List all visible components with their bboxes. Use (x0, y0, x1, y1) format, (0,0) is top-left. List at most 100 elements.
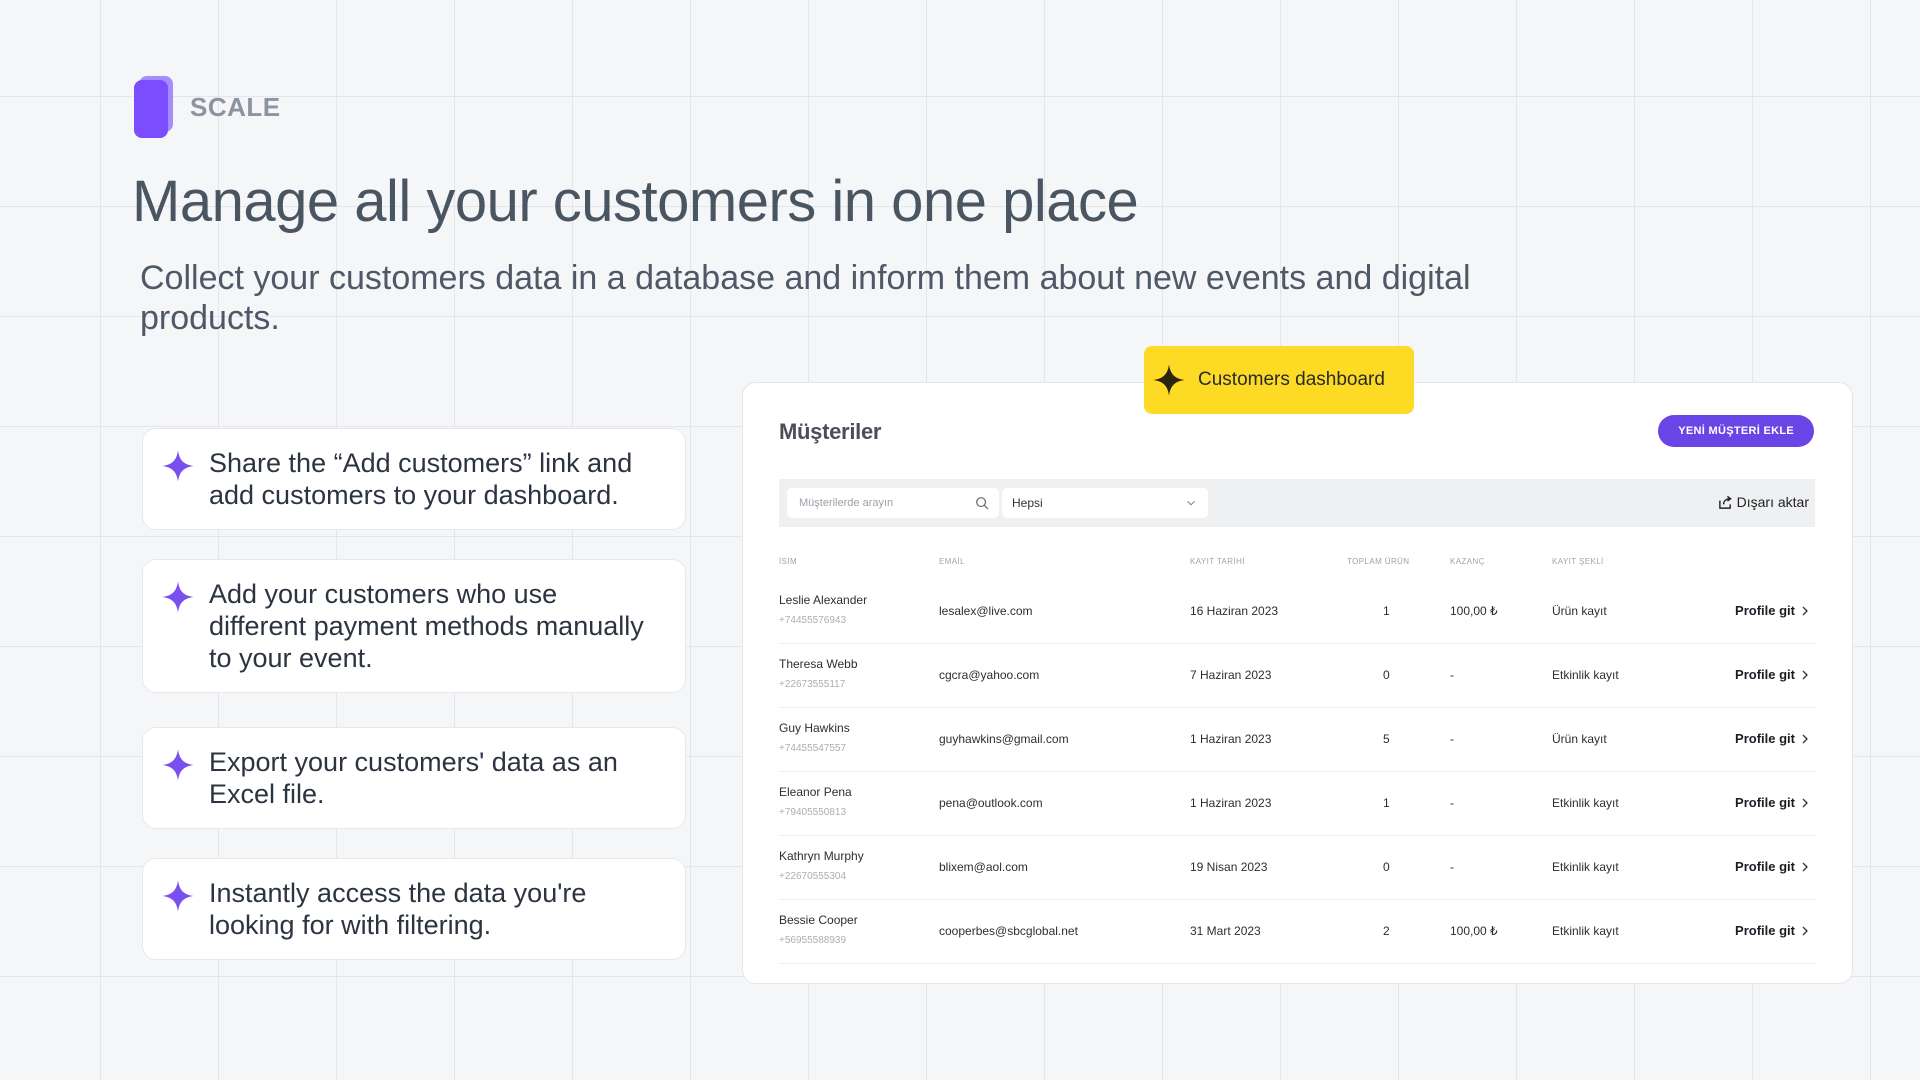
column-header-date: KAYIT TARİHİ (1190, 557, 1245, 566)
customer-phone: +74455576943 (779, 615, 847, 626)
customer-name: Eleanor Pena (779, 785, 852, 799)
table-row: Leslie Alexander +74455576943 lesalex@li… (779, 579, 1815, 644)
go-to-profile-label: Profile git (1735, 923, 1795, 938)
sparkle-icon (162, 749, 194, 781)
chevron-down-icon (1187, 500, 1195, 506)
customer-phone: +22673555117 (779, 679, 846, 690)
scale-logo-icon (134, 76, 174, 138)
registration-date: 16 Haziran 2023 (1190, 604, 1279, 618)
add-customer-button[interactable]: YENİ MÜŞTERİ EKLE (1658, 415, 1814, 447)
registration-date: 31 Mart 2023 (1190, 924, 1261, 938)
chevron-right-icon (1802, 670, 1808, 679)
brand: SCALE (134, 76, 281, 138)
page-title: Manage all your customers in one place (132, 169, 1139, 234)
column-header-type: KAYIT ŞEKLİ (1552, 557, 1604, 566)
total-products: 5 (1383, 732, 1390, 746)
filter-select-value: Hepsi (1012, 496, 1043, 510)
sparkle-icon (1153, 364, 1185, 396)
table-header: İSİM EMAİL KAYIT TARİHİ TOPLAM ÜRÜN KAZA… (779, 557, 1815, 571)
chevron-right-icon (1802, 862, 1808, 871)
registration-type: Etkinlik kayıt (1552, 860, 1619, 874)
customer-email: blixem@aol.com (939, 860, 1028, 874)
go-to-profile-label: Profile git (1735, 859, 1795, 874)
total-products: 1 (1383, 796, 1390, 810)
sparkle-icon (162, 581, 194, 613)
column-header-total: TOPLAM ÜRÜN (1347, 557, 1410, 566)
customer-email: cooperbes@sbcglobal.net (939, 924, 1078, 938)
feature-text: Add your customers who use different pay… (209, 579, 644, 673)
registration-type: Etkinlik kayıt (1552, 796, 1619, 810)
go-to-profile-link[interactable]: Profile git (1735, 795, 1809, 810)
column-header-email: EMAİL (939, 557, 966, 566)
go-to-profile-link[interactable]: Profile git (1735, 667, 1809, 682)
feature-card-filtering: Instantly access the data you're looking… (142, 858, 686, 960)
earnings: - (1450, 732, 1454, 746)
feature-card-manual-add: Add your customers who use different pay… (142, 559, 686, 693)
registration-type: Ürün kayıt (1552, 604, 1607, 618)
registration-type: Etkinlik kayıt (1552, 924, 1619, 938)
chevron-right-icon (1802, 734, 1808, 743)
feature-card-export: Export your customers' data as an Excel … (142, 727, 686, 829)
feature-text: Share the “Add customers” link and add c… (209, 448, 633, 510)
earnings: 100,00 ₺ (1450, 604, 1498, 618)
customer-name: Bessie Cooper (779, 913, 858, 927)
go-to-profile-link[interactable]: Profile git (1735, 731, 1809, 746)
chevron-right-icon (1802, 606, 1808, 615)
dashboard-toolbar: Hepsi Dışarı aktar (779, 479, 1815, 527)
column-header-earning: KAZANÇ (1450, 557, 1485, 566)
feature-text: Export your customers' data as an Excel … (209, 747, 618, 809)
table-row: Guy Hawkins +74455547557 guyhawkins@gmai… (779, 707, 1815, 772)
export-icon (1718, 495, 1732, 509)
table-row: Theresa Webb +22673555117 cgcra@yahoo.co… (779, 643, 1815, 708)
total-products: 1 (1383, 604, 1390, 618)
chevron-right-icon (1802, 926, 1808, 935)
brand-name: SCALE (190, 91, 281, 122)
export-button[interactable]: Dışarı aktar (1718, 494, 1809, 510)
earnings: 100,00 ₺ (1450, 924, 1498, 938)
customer-email: cgcra@yahoo.com (939, 668, 1040, 682)
go-to-profile-label: Profile git (1735, 731, 1795, 746)
search-icon[interactable] (975, 496, 989, 510)
customers-dashboard-panel: Müşteriler YENİ MÜŞTERİ EKLE Hepsi Dışar… (742, 382, 1853, 984)
registration-date: 1 Haziran 2023 (1190, 796, 1272, 810)
earnings: - (1450, 668, 1454, 682)
badge-label: Customers dashboard (1198, 369, 1385, 390)
customers-dashboard-badge: Customers dashboard (1144, 346, 1414, 414)
customer-name: Guy Hawkins (779, 721, 850, 735)
go-to-profile-link[interactable]: Profile git (1735, 603, 1809, 618)
chevron-right-icon (1802, 798, 1808, 807)
customer-email: pena@outlook.com (939, 796, 1043, 810)
total-products: 0 (1383, 668, 1390, 682)
earnings: - (1450, 860, 1454, 874)
column-header-name: İSİM (779, 557, 798, 566)
customer-phone: +22670555304 (779, 871, 847, 882)
earnings: - (1450, 796, 1454, 810)
customer-phone: +79405550813 (779, 807, 847, 818)
filter-select[interactable]: Hepsi (1002, 488, 1208, 518)
feature-card-share-link: Share the “Add customers” link and add c… (142, 428, 686, 530)
registration-date: 1 Haziran 2023 (1190, 732, 1272, 746)
table-row: Eleanor Pena +79405550813 pena@outlook.c… (779, 771, 1815, 836)
customer-phone: +74455547557 (779, 743, 847, 754)
registration-type: Ürün kayıt (1552, 732, 1607, 746)
go-to-profile-label: Profile git (1735, 603, 1795, 618)
customer-email: lesalex@live.com (939, 604, 1033, 618)
customer-email: guyhawkins@gmail.com (939, 732, 1069, 746)
total-products: 2 (1383, 924, 1390, 938)
export-label: Dışarı aktar (1736, 494, 1809, 510)
customer-phone: +56955588939 (779, 935, 847, 946)
dashboard-title: Müşteriler (779, 419, 882, 444)
customer-name: Leslie Alexander (779, 593, 868, 607)
customer-name: Theresa Webb (779, 657, 858, 671)
customer-name: Kathryn Murphy (779, 849, 864, 863)
go-to-profile-label: Profile git (1735, 667, 1795, 682)
sparkle-icon (162, 880, 194, 912)
registration-type: Etkinlik kayıt (1552, 668, 1619, 682)
registration-date: 19 Nisan 2023 (1190, 860, 1268, 874)
table-row: Kathryn Murphy +22670555304 blixem@aol.c… (779, 835, 1815, 900)
go-to-profile-link[interactable]: Profile git (1735, 923, 1809, 938)
search-input[interactable] (787, 488, 981, 518)
go-to-profile-link[interactable]: Profile git (1735, 859, 1809, 874)
sparkle-icon (162, 450, 194, 482)
search-box (787, 488, 999, 518)
